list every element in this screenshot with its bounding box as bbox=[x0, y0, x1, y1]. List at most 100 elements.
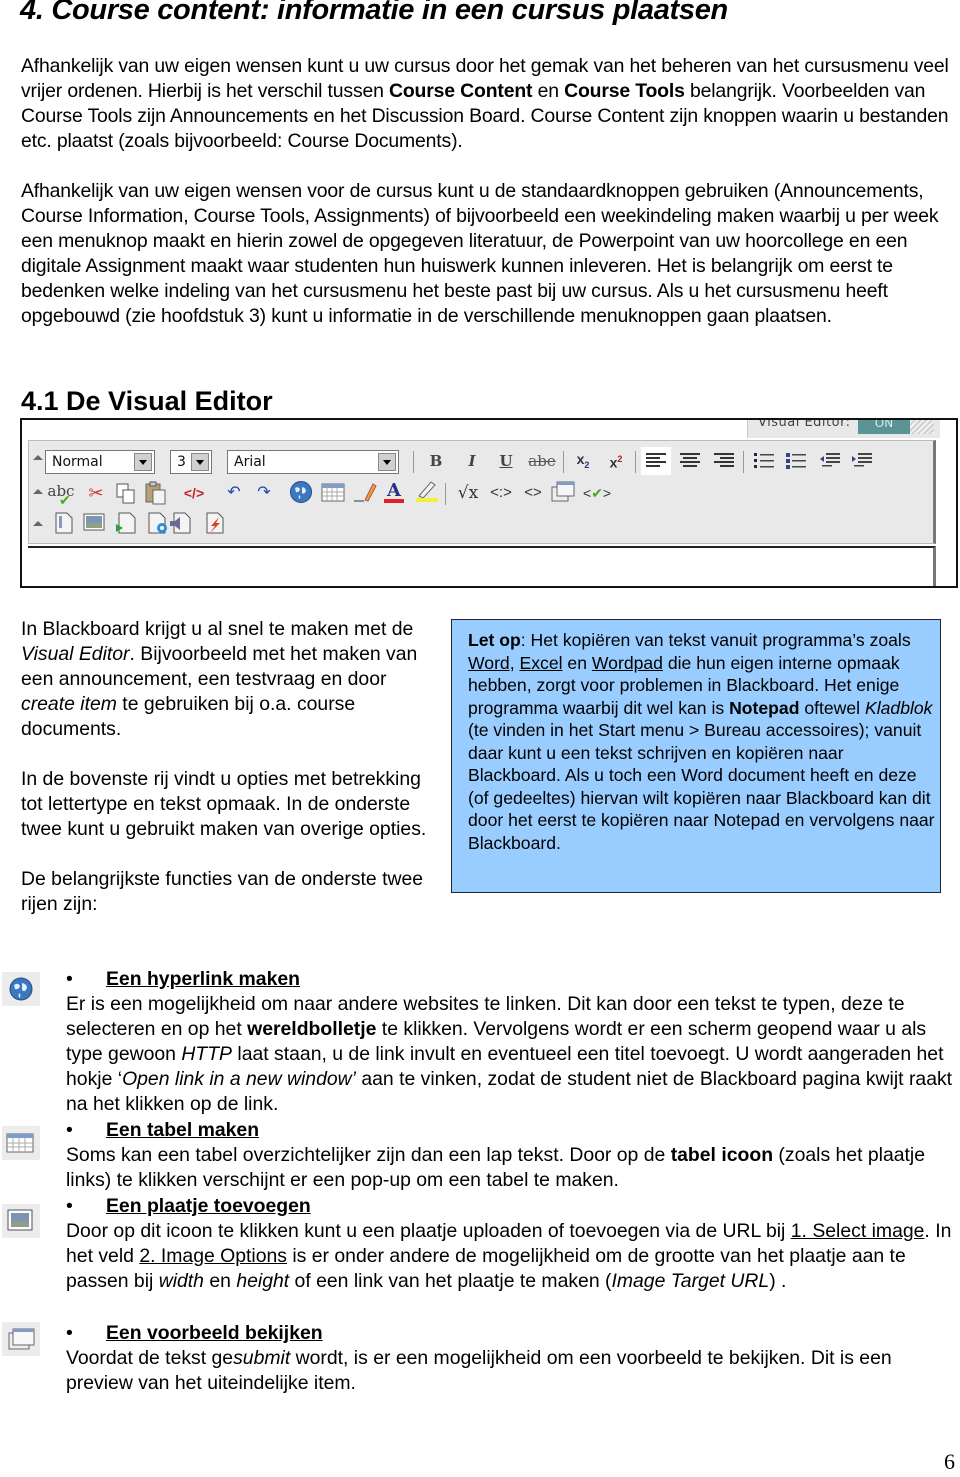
course-content-term: Course Content bbox=[389, 80, 533, 102]
visual-editor-toggle[interactable]: Visual Editor: ON bbox=[747, 420, 940, 438]
font-color-swatch bbox=[384, 499, 404, 503]
bold-icon[interactable]: B bbox=[425, 449, 447, 473]
table-icon[interactable] bbox=[321, 481, 345, 505]
hyperlink-globe-icon[interactable] bbox=[289, 480, 312, 504]
text: In Blackboard krijgt u al snel te maken … bbox=[21, 618, 414, 640]
numbered-list-icon[interactable] bbox=[751, 449, 777, 473]
italic-icon[interactable]: I bbox=[461, 449, 483, 473]
image-icon bbox=[2, 1204, 40, 1238]
note-label: Let op bbox=[468, 630, 521, 650]
function-body-table: Soms kan een tabel overzichtelijker zijn… bbox=[66, 1143, 960, 1193]
text: : Het kopiëren van tekst vanuit programm… bbox=[520, 630, 911, 650]
math-icon[interactable]: √x bbox=[453, 481, 483, 505]
preview-title: Een voorbeeld bekijken bbox=[106, 1322, 323, 1344]
strikethrough-icon[interactable]: abe bbox=[525, 449, 559, 473]
collapse-row-icon[interactable] bbox=[33, 455, 43, 460]
bullet-list-icon[interactable] bbox=[783, 449, 809, 473]
bullet-icon: • bbox=[66, 1119, 73, 1141]
separator bbox=[635, 451, 636, 473]
text: oftewel bbox=[799, 697, 865, 718]
description-paragraph-2: In de bovenste rij vindt u opties met be… bbox=[21, 768, 427, 840]
select-image-ref: 1. Select image bbox=[790, 1220, 925, 1242]
page-number: 6 bbox=[944, 1449, 955, 1474]
text: ) . bbox=[769, 1270, 787, 1292]
toolbar-row-2: abc ✔ ✂ </> ↶ ↷ A √x <:> <> <✔> bbox=[29, 479, 933, 509]
highlight-icon[interactable] bbox=[415, 479, 438, 503]
font-select[interactable]: Arial bbox=[227, 450, 399, 474]
text: en bbox=[562, 652, 592, 673]
checkmark-icon: ✔ bbox=[591, 485, 603, 501]
html-tag-icon[interactable]: <:> bbox=[487, 481, 515, 505]
wereldbolletje-term: wereldbolletje bbox=[247, 1018, 377, 1040]
function-body-preview: Voordat de tekst gesubmit wordt, is er e… bbox=[66, 1346, 960, 1396]
image-options-ref: 2. Image Options bbox=[139, 1245, 287, 1267]
intro-paragraph-2: Afhankelijk van uw eigen wensen voor de … bbox=[21, 180, 939, 327]
superscript-icon[interactable]: x2 bbox=[605, 447, 627, 471]
redo-icon[interactable]: ↷ bbox=[253, 481, 275, 505]
outdent-icon[interactable] bbox=[817, 449, 843, 473]
excel-link[interactable]: Excel bbox=[520, 653, 563, 673]
insert-flash-icon[interactable] bbox=[205, 512, 227, 536]
notepad-term: Notepad bbox=[729, 697, 800, 718]
editor-text-area[interactable] bbox=[28, 546, 936, 586]
visual-editor: Visual Editor: ON Normal 3 Arial B I U a… bbox=[20, 418, 958, 588]
text: Voordat de tekst ge bbox=[66, 1347, 234, 1369]
collapse-row-icon[interactable] bbox=[33, 489, 43, 494]
bullet-icon: • bbox=[66, 968, 73, 990]
remove-format-icon[interactable]: </> bbox=[183, 481, 205, 505]
function-title-image: • Een plaatje toevoegen bbox=[66, 1194, 311, 1219]
http-term: HTTP bbox=[181, 1043, 232, 1065]
collapse-row-icon[interactable] bbox=[33, 521, 43, 526]
chevron-down-icon bbox=[378, 453, 396, 471]
underline-icon[interactable]: U bbox=[495, 449, 517, 473]
validate-html-icon[interactable]: <✔> bbox=[583, 481, 611, 505]
text: (te vinden in het Start menu > Bureau ac… bbox=[468, 720, 935, 853]
bullet-icon: • bbox=[66, 1195, 73, 1217]
indent-icon[interactable] bbox=[849, 449, 875, 473]
format-select[interactable]: Normal bbox=[45, 450, 155, 474]
description-paragraph-3: De belangrijkste functies van de onderst… bbox=[21, 868, 424, 915]
function-title-hyperlink: • Een hyperlink maken bbox=[66, 967, 300, 992]
visual-editor-term: Visual Editor bbox=[21, 643, 130, 665]
draw-line-icon[interactable] bbox=[353, 481, 377, 505]
chapter-heading: 4. Course content: informatie in een cur… bbox=[20, 0, 728, 26]
chevron-down-icon bbox=[191, 453, 209, 471]
attach-file-icon[interactable] bbox=[53, 512, 75, 536]
insert-quicktime-icon[interactable] bbox=[147, 512, 169, 536]
image-title: Een plaatje toevoegen bbox=[106, 1195, 311, 1217]
align-left-icon[interactable] bbox=[641, 447, 671, 475]
toggle-off-button[interactable] bbox=[910, 420, 934, 434]
image-target-url-term: Image Target URL bbox=[611, 1270, 770, 1292]
insert-media-icon[interactable] bbox=[115, 512, 137, 536]
insert-image-icon[interactable] bbox=[83, 512, 105, 536]
function-body-image: Door op dit icoon te klikken kunt u een … bbox=[66, 1219, 960, 1294]
description-paragraph-1: In Blackboard krijgt u al snel te maken … bbox=[21, 617, 441, 742]
insert-audio-icon[interactable] bbox=[169, 512, 191, 536]
globe-icon bbox=[2, 972, 40, 1006]
create-item-term: create item bbox=[21, 693, 117, 715]
function-title-preview: • Een voorbeeld bekijken bbox=[66, 1321, 323, 1346]
visual-editor-toggle-label: Visual Editor: bbox=[758, 420, 851, 430]
size-select[interactable]: 3 bbox=[170, 450, 212, 474]
align-center-icon[interactable] bbox=[677, 449, 703, 473]
spellcheck-icon[interactable]: abc ✔ bbox=[45, 479, 77, 509]
preview-window-icon[interactable] bbox=[551, 481, 575, 505]
wordpad-link[interactable]: Wordpad bbox=[592, 653, 663, 673]
align-right-icon[interactable] bbox=[711, 449, 737, 473]
font-color-icon[interactable]: A bbox=[383, 479, 405, 503]
copy-icon[interactable] bbox=[115, 481, 137, 505]
subscript-icon[interactable]: x2 bbox=[572, 447, 594, 471]
width-term: width bbox=[158, 1270, 204, 1292]
hyperlink-title: Een hyperlink maken bbox=[106, 968, 300, 990]
toggle-on-button[interactable]: ON bbox=[858, 420, 910, 434]
source-code-icon[interactable]: <> bbox=[521, 481, 545, 505]
separator bbox=[445, 483, 446, 505]
cut-icon[interactable]: ✂ bbox=[85, 481, 107, 505]
checkmark-icon: ✔ bbox=[59, 493, 71, 509]
paste-icon[interactable] bbox=[145, 481, 167, 505]
preview-icon bbox=[2, 1322, 40, 1356]
word-link[interactable]: Word bbox=[468, 653, 510, 673]
undo-icon[interactable]: ↶ bbox=[223, 481, 245, 505]
visual-editor-description: In Blackboard krijgt u al snel te maken … bbox=[21, 617, 441, 917]
table-icon bbox=[2, 1126, 40, 1160]
